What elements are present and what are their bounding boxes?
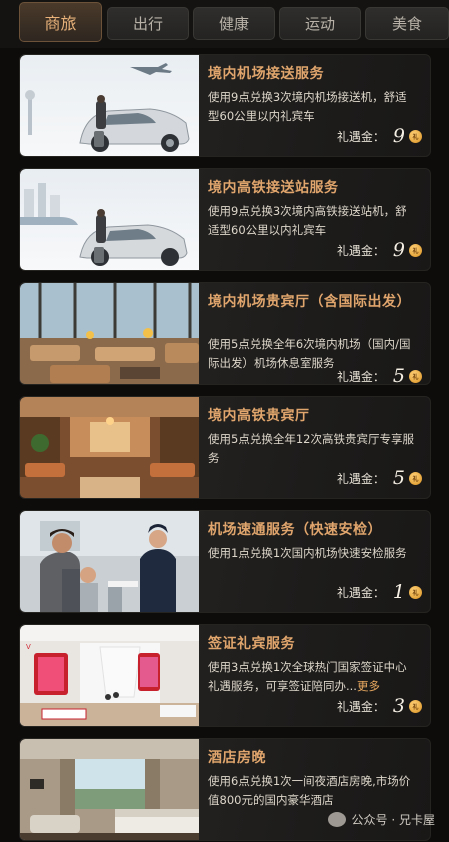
coin-icon: 礼 [409,471,422,485]
hotel-night-image [20,739,199,840]
service-card-rail-transfer[interactable]: 境内高铁接送站服务 使用9点兑换3次境内高铁接送站机，舒适型60公里以内礼宾车 … [19,168,431,271]
reward-label: 礼遇金： [336,369,385,384]
reward-label: 礼遇金： [336,129,385,144]
tab-label: 出行 [132,15,163,33]
service-card-airport-transfer[interactable]: 境内机场接送服务 使用9点兑换3次境内机场接送机，舒适型60公里以内礼宾车 礼遇… [19,54,431,157]
reward-value: 1 [392,581,405,603]
reward-value: 9 [392,239,405,261]
wechat-icon [327,812,346,827]
reward-value: 3 [392,695,405,717]
tab-label: 商旅 [44,14,77,33]
fast-security-image [20,511,199,612]
tab-travel[interactable]: 出行 [107,7,189,40]
tab-label: 美食 [391,15,422,33]
coin-icon: 礼 [409,699,422,713]
reward-label: 礼遇金： [336,585,385,600]
reward-price: 礼遇金： 9 礼 [337,239,422,261]
coin-icon: 礼 [409,369,422,383]
reward-price: 礼遇金： 5 礼 [336,365,422,385]
reward-label: 礼遇金： [336,471,385,486]
rail-transfer-image [20,169,199,270]
service-card-visa-concierge[interactable]: V 签证礼宾服务 使用3点兑换1次全球热门国家签证中心礼遇服务，可享签证陪同办.… [19,624,431,727]
card-description: 使用9点兑换3次境内机场接送机，舒适型60公里以内礼宾车 [208,90,407,123]
card-description: 使用5点兑换全年12次高铁贵宾厅专享服务 [208,432,414,465]
tab-label: 健康 [218,15,249,33]
tab-food[interactable]: 美食 [365,7,449,40]
card-title: 境内机场接送服务 [208,66,324,82]
service-card-fast-security[interactable]: 机场速通服务（快速安检） 使用1点兑换1次国内机场快速安检服务 礼遇金： 1 礼 [19,510,431,613]
coin-icon: 礼 [409,129,422,143]
service-card-airport-lounge[interactable]: 境内机场贵宾厅（含国际出发） 使用5点兑换全年6次境内机场（国内/国际出发）机场… [19,282,431,385]
card-description: 使用6点兑换1次一间夜酒店房晚,市场价值800元的国内豪华酒店 [208,774,411,807]
reward-price: 礼遇金： 1 礼 [337,581,422,603]
tab-sports[interactable]: 运动 [279,7,361,40]
reward-label: 礼遇金： [336,699,385,714]
reward-price: 礼遇金： 3 礼 [337,695,422,717]
card-description: 使用1点兑换1次国内机场快速安检服务 [208,546,407,560]
reward-label: 礼遇金： [336,243,385,258]
reward-value: 5 [392,365,405,385]
card-title: 境内高铁贵宾厅 [208,408,310,424]
reward-value: 5 [392,467,405,489]
coin-icon: 礼 [409,585,422,599]
reward-price: 礼遇金： 5 礼 [337,467,422,489]
more-link[interactable]: 更多 [357,679,380,693]
card-description: 使用9点兑换3次境内高铁接送站机，舒适型60公里以内礼宾车 [208,204,407,237]
tab-business-travel[interactable]: 商旅 [19,2,102,42]
card-title: 境内机场贵宾厅（含国际出发） [208,294,411,310]
rail-lounge-image [20,397,199,498]
reward-price: 礼遇金： 9 礼 [337,125,422,147]
wechat-watermark: 公众号 · 兄卡屋 [327,811,435,828]
card-title: 酒店房晚 [208,750,266,766]
card-title: 机场速通服务（快速安检） [208,522,382,538]
visa-concierge-image: V [20,625,199,726]
service-card-rail-lounge[interactable]: 境内高铁贵宾厅 使用5点兑换全年12次高铁贵宾厅专享服务 礼遇金： 5 礼 [19,396,431,499]
watermark-text: 公众号 · 兄卡屋 [351,813,435,827]
airport-lounge-image [20,283,199,384]
card-description: 使用3点兑换1次全球热门国家签证中心礼遇服务，可享签证陪同办...更多 [208,658,418,696]
reward-value: 9 [392,125,405,147]
tab-health[interactable]: 健康 [193,7,275,40]
airport-transfer-image [20,55,199,156]
tab-label: 运动 [304,15,335,33]
category-tabs: 商旅 出行 健康 运动 美食 [0,0,449,48]
coin-icon: 礼 [409,243,422,257]
card-title: 境内高铁接送站服务 [208,180,339,196]
card-title: 签证礼宾服务 [208,636,295,652]
svg-text:V: V [26,643,31,651]
